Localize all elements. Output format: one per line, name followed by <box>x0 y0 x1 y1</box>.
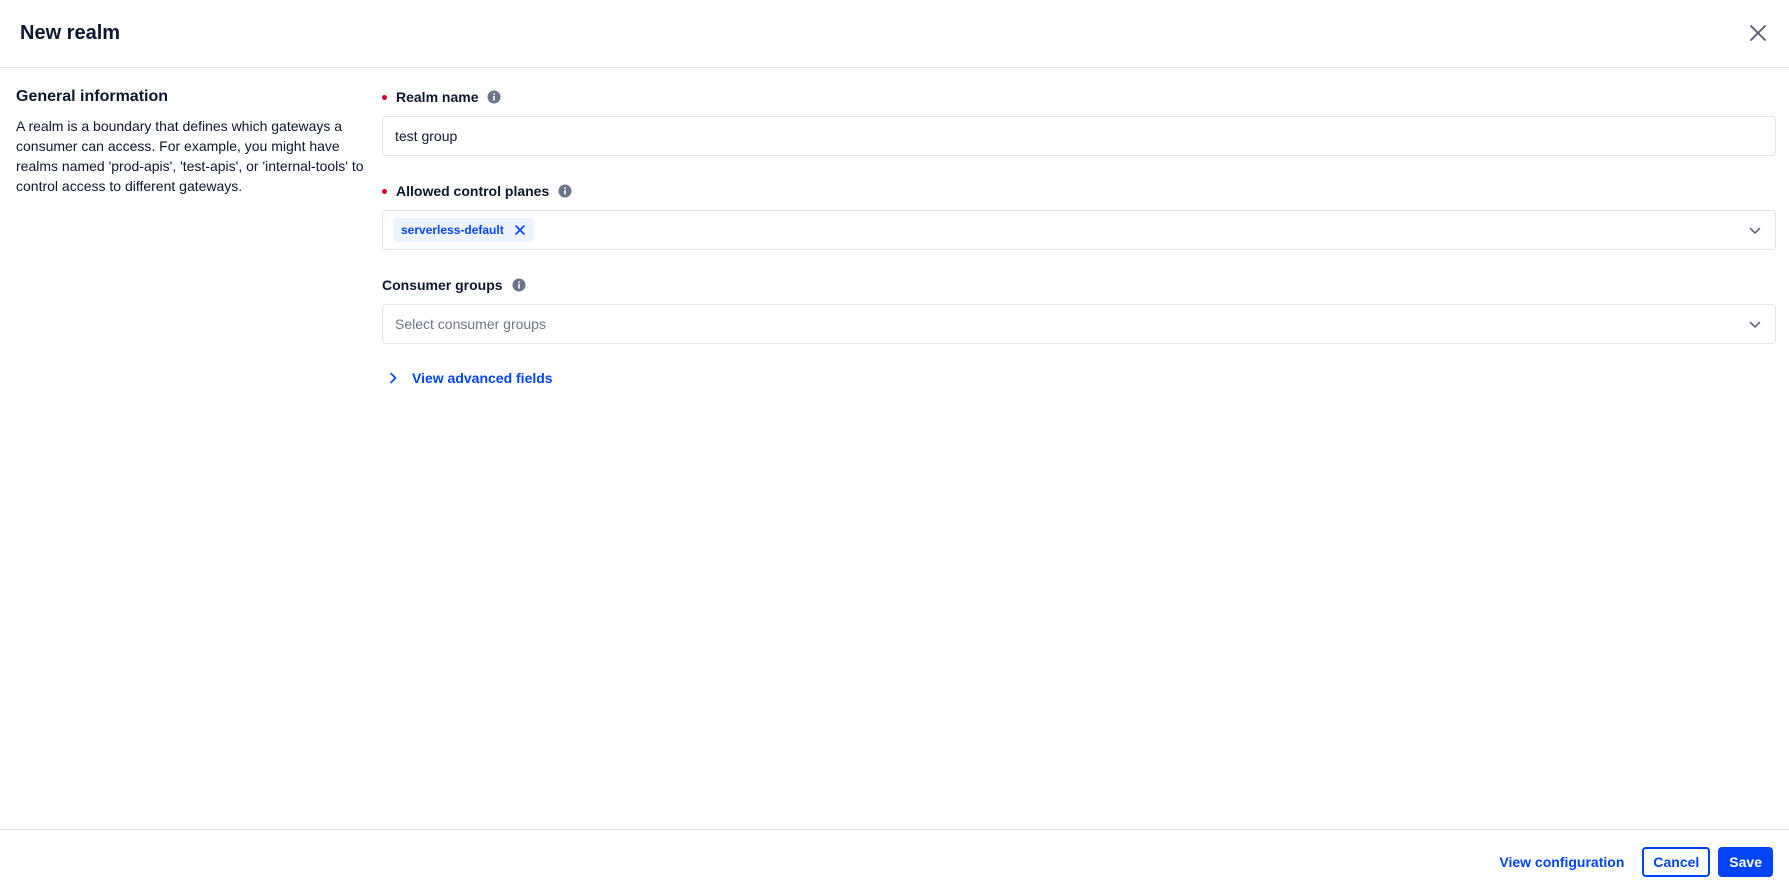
info-icon[interactable] <box>558 184 572 198</box>
consumer-groups-field: Consumer groups Select consumer groups <box>382 274 1776 344</box>
required-indicator <box>382 188 387 194</box>
realm-form: Realm name test group Allowed control pl… <box>382 86 1776 388</box>
close-button[interactable] <box>1743 18 1773 48</box>
realm-name-label: Realm name <box>396 89 479 105</box>
consumer-groups-select[interactable]: Select consumer groups <box>382 304 1776 344</box>
advanced-link-label: View advanced fields <box>412 370 553 386</box>
section-description: A realm is a boundary that defines which… <box>16 118 364 194</box>
general-information-section: General information A realm is a boundar… <box>16 86 376 196</box>
remove-chip-icon[interactable] <box>514 224 526 236</box>
chevron-right-icon <box>386 371 400 385</box>
realm-name-value: test group <box>395 128 458 144</box>
info-icon[interactable] <box>512 278 526 292</box>
save-button[interactable]: Save <box>1718 847 1773 877</box>
modal-header: New realm <box>0 0 1789 68</box>
cancel-button[interactable]: Cancel <box>1642 847 1711 877</box>
control-plane-chip: serverless-default <box>393 218 534 242</box>
allowed-control-planes-field: Allowed control planes serverless-defaul… <box>382 180 1776 250</box>
required-indicator <box>382 94 387 100</box>
realm-name-input[interactable]: test group <box>382 116 1776 156</box>
chip-label: serverless-default <box>401 223 504 237</box>
close-icon <box>1750 25 1766 41</box>
chevron-down-icon[interactable] <box>1747 317 1763 333</box>
chevron-down-icon[interactable] <box>1747 223 1763 239</box>
consumer-groups-label: Consumer groups <box>382 277 503 293</box>
section-heading: General information <box>16 88 169 105</box>
view-advanced-fields-link[interactable]: View advanced fields <box>382 368 1776 388</box>
realm-name-field: Realm name test group <box>382 86 1776 156</box>
consumer-groups-placeholder: Select consumer groups <box>395 316 546 332</box>
page-title: New realm <box>20 22 121 44</box>
allowed-control-planes-label: Allowed control planes <box>396 183 550 199</box>
view-configuration-button[interactable]: View configuration <box>1499 854 1624 870</box>
modal-footer: View configuration Cancel Save <box>0 829 1789 891</box>
allowed-control-planes-select[interactable]: serverless-default <box>382 210 1776 250</box>
info-icon[interactable] <box>487 90 501 104</box>
